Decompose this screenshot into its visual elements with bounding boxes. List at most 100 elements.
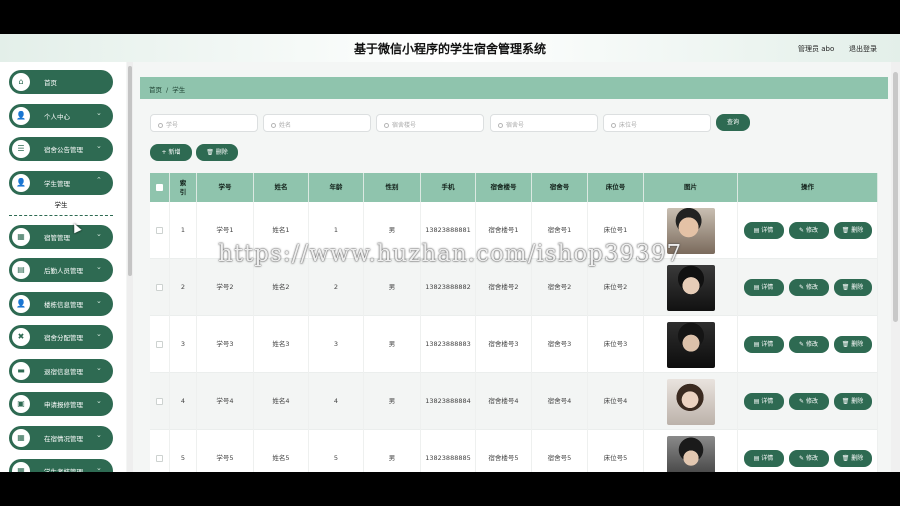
search-icon — [611, 123, 616, 128]
delete-button[interactable]: 🗑 删除 — [833, 393, 872, 410]
sidebar-item-9[interactable]: ▬ 退宿信息管理 ⌄ — [9, 359, 113, 383]
cell-bed: 床位号2 — [588, 259, 644, 316]
sidebar-item-8[interactable]: ✖ 宿舍分配管理 ⌄ — [9, 325, 113, 349]
cell-name: 姓名3 — [254, 316, 309, 373]
select-all-checkbox[interactable] — [156, 184, 163, 191]
app-screen: 基于微信小程序的学生宿舍管理系统 管理员 abo 退出登录 ⌂ 首页 👤 个人中心 ⌄ ☰… — [0, 34, 900, 472]
column-header-7: 宿舍楼号 — [476, 173, 532, 202]
sidebar-item-2[interactable]: 👤 个人中心 ⌄ — [9, 104, 113, 128]
sidebar-item-10[interactable]: ▣ 申请报修管理 ⌄ — [9, 392, 113, 416]
detail-button[interactable]: ▤ 详情 — [743, 279, 784, 296]
delete-button[interactable]: 🗑 删除 — [833, 450, 872, 467]
sidebar-item-label: 宿舍公告管理 — [44, 146, 83, 154]
delete-button[interactable]: 🗑 删除 — [833, 279, 872, 296]
cell-building-text: 宿舍楼号1 — [488, 226, 519, 234]
search-placeholder: 宿舍楼号 — [392, 122, 417, 129]
row-actions: ▤ 详情 ✎ 修改 🗑 删除 — [743, 450, 872, 467]
row-checkbox[interactable] — [156, 341, 163, 348]
cell-phone: 13823888883 — [421, 316, 476, 373]
sidebar-item-7[interactable]: 👤 楼栋信息管理 ⌄ — [9, 292, 113, 316]
logout-link[interactable]: 退出登录 — [849, 44, 877, 54]
cell-age: 4 — [309, 373, 364, 430]
chevron-icon: ⌄ — [96, 330, 102, 338]
detail-button[interactable]: ▤ 详情 — [743, 393, 784, 410]
cell-building: 宿舍楼号3 — [476, 316, 532, 373]
sidebar-item-label: 退宿信息管理 — [44, 368, 83, 376]
cell-phone-text: 13823888884 — [425, 397, 471, 405]
cell-room: 宿舍号2 — [532, 259, 588, 316]
search-input-5[interactable]: 床位号 — [603, 114, 711, 132]
row-checkbox[interactable] — [156, 398, 163, 405]
column-header-label: 宿舍楼号 — [490, 183, 517, 191]
column-header-label: 手机 — [441, 183, 455, 191]
search-input-4[interactable]: 宿舍号 — [490, 114, 598, 132]
delete-icon: 🗑 — [841, 284, 852, 291]
cell-gender-text: 男 — [388, 226, 396, 234]
detail-button[interactable]: ▤ 详情 — [743, 336, 784, 353]
detail-button[interactable]: ▤ 详情 — [743, 450, 784, 467]
cell-name-text: 姓名2 — [272, 283, 290, 291]
user-icon: 👤 — [12, 107, 30, 125]
sidebar-item-label: 楼栋信息管理 — [44, 301, 83, 309]
batch-delete-button[interactable]: 🗑 删除 — [196, 144, 238, 161]
cell-gender-text: 男 — [388, 340, 396, 348]
cell-room-text: 宿舍号1 — [547, 226, 572, 234]
search-input-1[interactable]: 学号 — [150, 114, 258, 132]
delete-button[interactable]: 🗑 删除 — [833, 336, 872, 353]
edit-button-label: 修改 — [805, 455, 818, 462]
repair-icon: ▣ — [12, 395, 30, 413]
sidebar-item-12[interactable]: ▦ 学生考核管理 ⌄ — [9, 459, 113, 472]
breadcrumb-current: 学生 — [172, 86, 186, 94]
row-actions: ▤ 详情 ✎ 修改 🗑 删除 — [743, 222, 872, 239]
cell-id-text: 学号4 — [216, 397, 234, 405]
cell-ops: ▤ 详情 ✎ 修改 🗑 删除 — [738, 316, 878, 373]
sidebar-item-6[interactable]: ▤ 后勤人员管理 ⌄ — [9, 258, 113, 282]
delete-button[interactable]: 🗑 删除 — [833, 222, 872, 239]
edit-button[interactable]: ✎ 修改 — [788, 222, 829, 239]
sidebar-item-1[interactable]: ⌂ 首页 — [9, 70, 113, 94]
edit-button[interactable]: ✎ 修改 — [788, 279, 829, 296]
sidebar-scroll-thumb[interactable] — [128, 66, 132, 276]
cell-age: 3 — [309, 316, 364, 373]
edit-button[interactable]: ✎ 修改 — [788, 450, 829, 467]
search-button[interactable]: 查询 — [716, 114, 750, 131]
top-header: 基于微信小程序的学生宿舍管理系统 管理员 abo 退出登录 — [0, 34, 900, 62]
delete-button-label: 删除 — [851, 341, 864, 348]
cell-phone-text: 13823888882 — [425, 283, 471, 291]
cell-room: 宿舍号3 — [532, 316, 588, 373]
sidebar-item-4[interactable]: 👤 学生管理 ⌃ — [9, 171, 113, 195]
search-input-2[interactable]: 姓名 — [263, 114, 371, 132]
edit-button-label: 修改 — [805, 341, 818, 348]
cell-phone: 13823888885 — [421, 430, 476, 472]
row-checkbox[interactable] — [156, 227, 163, 234]
row-checkbox[interactable] — [156, 284, 163, 291]
sidebar-item-5[interactable]: ▦ 宿管管理 ⌄ — [9, 225, 113, 249]
search-input-3[interactable]: 宿舍楼号 — [376, 114, 484, 132]
chevron-icon: ⌄ — [96, 431, 102, 439]
sidebar-item-11[interactable]: ▦ 在宿情况管理 ⌄ — [9, 426, 113, 450]
chevron-icon: ⌃ — [96, 176, 102, 184]
row-checkbox[interactable] — [156, 455, 163, 462]
breadcrumb-home[interactable]: 首页 — [149, 86, 162, 94]
edit-button[interactable]: ✎ 修改 — [788, 336, 829, 353]
search-placeholder: 床位号 — [619, 122, 638, 129]
cell-ops: ▤ 详情 ✎ 修改 🗑 删除 — [738, 373, 878, 430]
row-checkbox-cell — [150, 373, 170, 430]
grid-icon: ▦ — [12, 462, 30, 472]
sidebar-scrollbar[interactable] — [127, 62, 133, 472]
edit-button-label: 修改 — [805, 398, 818, 405]
table-row: 4 学号4 姓名4 4 男 13823888884 宿舍楼号4 宿舍号4 床位号4 ▤ 详情 ✎ 修… — [150, 373, 878, 430]
main-scrollbar[interactable] — [891, 62, 900, 472]
sidebar-item-3[interactable]: ☰ 宿舍公告管理 ⌄ — [9, 137, 113, 161]
edit-button[interactable]: ✎ 修改 — [788, 393, 829, 410]
search-placeholder: 宿舍号 — [506, 122, 525, 129]
chevron-icon: ⌄ — [96, 464, 102, 472]
detail-button[interactable]: ▤ 详情 — [743, 222, 784, 239]
chevron-icon: ⌄ — [96, 397, 102, 405]
student-photo — [666, 321, 715, 368]
sidebar-subitem-student[interactable]: 学生 — [9, 197, 113, 216]
sidebar-item-label: 学生管理 — [44, 180, 70, 188]
main-scroll-thumb[interactable] — [893, 72, 898, 322]
add-button[interactable]: + 新增 — [150, 144, 192, 161]
cell-building: 宿舍楼号5 — [476, 430, 532, 472]
